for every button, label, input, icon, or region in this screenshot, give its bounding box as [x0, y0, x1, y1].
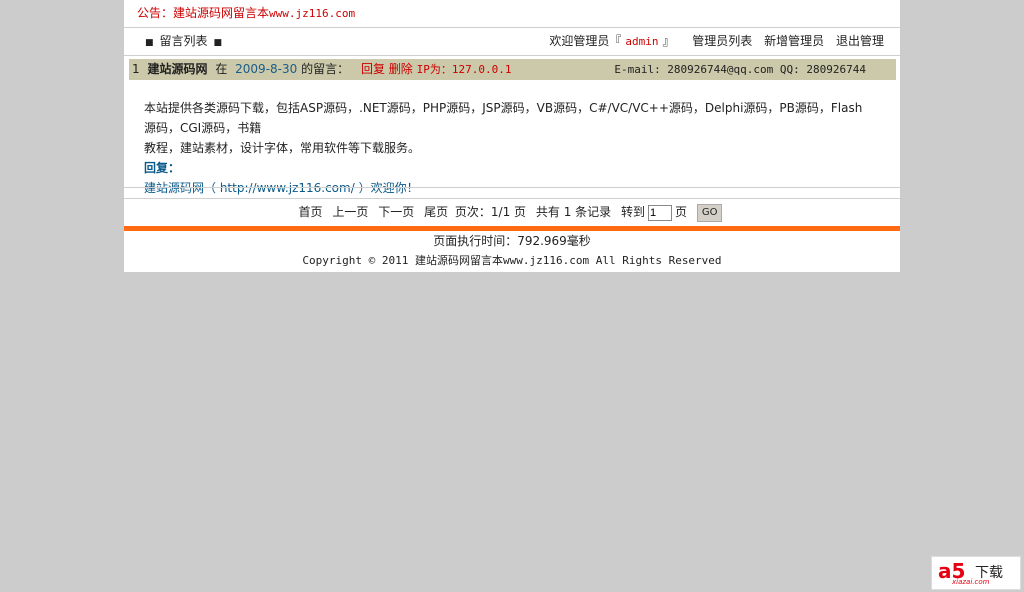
first-page-link[interactable]: 首页 [299, 205, 323, 219]
nav-bar: ■ 留言列表 ■ 欢迎管理员『 admin』 管理员列表 新增管理员 退出管理 [124, 28, 900, 56]
a5-logo-watermark: a5 下载 xiazai.com [931, 556, 1021, 590]
message-header: 1 建站源码网 在 2009-8-30 的留言： 回复 删除 IP为：127.0… [129, 59, 896, 80]
delete-button[interactable]: 删除 [389, 62, 413, 76]
divider [124, 187, 900, 188]
pagination: 首页 上一页 下一页 尾页 页次：1/1 页 共有 1 条记录 转到 页 GO [124, 201, 900, 223]
page-info: 页次：1/1 页 [454, 205, 527, 219]
prev-page-link[interactable]: 上一页 [332, 205, 368, 219]
message-qq: QQ: 280926744 [779, 63, 866, 76]
welcome-prefix: 欢迎管理员『 [549, 34, 622, 48]
message-date: 2009-8-30 [235, 62, 298, 76]
message-text-line1: 本站提供各类源码下载，包括ASP源码，.NET源码，PHP源码，JSP源码，VB… [144, 101, 863, 135]
message-list-link[interactable]: 留言列表 [160, 34, 208, 48]
message-label: 的留言： [301, 62, 350, 76]
page-unit: 页 [674, 205, 687, 219]
next-page-link[interactable]: 下一页 [378, 205, 414, 219]
total-records: 共有 1 条记录 [535, 205, 612, 219]
last-page-link[interactable]: 尾页 [424, 205, 448, 219]
message-body: 本站提供各类源码下载，包括ASP源码，.NET源码，PHP源码，JSP源码，VB… [144, 98, 874, 198]
welcome-suffix: 』 [662, 34, 675, 48]
copyright: Copyright © 2011 建站源码网留言本www.jz116.com A… [302, 254, 722, 267]
notice-bar: 公告：建站源码网留言本www.jz116.com [124, 0, 900, 28]
watermark-site: xiazai.com [952, 578, 990, 586]
go-button[interactable]: GO [696, 203, 723, 222]
message-contact: E-mail: 280926744@qq.com QQ: 280926744 [614, 59, 866, 80]
guestbook-page: 公告：建站源码网留言本www.jz116.com ■ 留言列表 ■ 欢迎管理员『 ad… [124, 0, 900, 272]
bullet-icon: ■ [145, 38, 154, 48]
admin-name: admin [625, 35, 659, 48]
logout-link[interactable]: 退出管理 [836, 34, 884, 48]
goto-label: 转到 [620, 205, 645, 219]
message-text-line2: 教程，建站素材，设计字体，常用软件等下载服务。 [144, 141, 421, 155]
reply-button[interactable]: 回复 [361, 62, 385, 76]
message-email: E-mail: 280926744@qq.com [614, 63, 774, 76]
reply-text: 建站源码网（ http://www.jz116.com/ ）欢迎你！ [144, 181, 419, 195]
notice-url: www.jz116.com [269, 7, 356, 20]
at-label: 在 [215, 62, 228, 76]
notice-text: 建站源码网留言本 [173, 6, 270, 20]
accent-bar [124, 226, 900, 231]
goto-page-input[interactable] [647, 204, 672, 221]
divider [124, 198, 900, 199]
reply-label: 回复： [144, 161, 181, 175]
message-index: 1 [132, 62, 140, 76]
exec-time: 页面执行时间：792.969毫秒 [433, 234, 591, 248]
notice-label: 公告： [137, 6, 174, 20]
message-author: 建站源码网 [147, 62, 208, 76]
admin-list-link[interactable]: 管理员列表 [692, 34, 752, 48]
add-admin-link[interactable]: 新增管理员 [764, 34, 824, 48]
message-ip: IP为：127.0.0.1 [416, 63, 512, 76]
bullet-icon: ■ [213, 38, 223, 48]
